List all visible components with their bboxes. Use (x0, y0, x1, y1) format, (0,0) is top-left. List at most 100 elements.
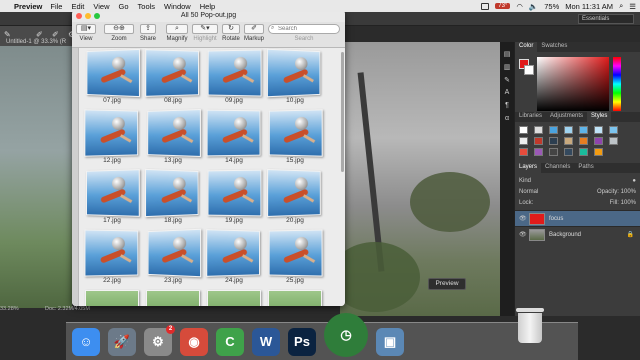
clock[interactable]: Mon 11:31 AM (565, 2, 613, 11)
menu-tools[interactable]: Tools (138, 2, 156, 11)
wifi-icon[interactable]: ◠ (516, 2, 523, 11)
tab-paths[interactable]: Paths (574, 163, 597, 173)
style-swatch[interactable] (534, 126, 543, 134)
menu-file[interactable]: File (50, 2, 62, 11)
paragraph-icon[interactable]: ¶ (502, 102, 512, 111)
document-canvas[interactable] (340, 42, 500, 316)
style-swatch[interactable] (564, 137, 573, 145)
visibility-eye-icon[interactable]: 👁 (519, 215, 525, 222)
style-swatch[interactable] (549, 148, 558, 156)
highlight-button[interactable]: ✎▾ Highlight (192, 24, 218, 42)
glyphs-icon[interactable]: α (502, 115, 512, 124)
thumbnail-item[interactable]: 25.jpg (265, 230, 325, 286)
thumbnail-image[interactable] (84, 229, 138, 276)
workspace-switcher[interactable]: Essentials (578, 14, 634, 24)
thumbnail-image[interactable] (86, 169, 140, 217)
style-swatch[interactable] (519, 137, 528, 145)
thumbnail-item[interactable] (204, 290, 264, 306)
filter-toggle-icon[interactable]: ● (632, 178, 636, 184)
thumbnail-item[interactable]: 17.jpg (82, 170, 142, 226)
markup-icon[interactable]: ✐ (244, 24, 264, 34)
word-icon[interactable]: W (252, 328, 280, 356)
thumbnail-image[interactable] (267, 169, 321, 217)
tab-styles[interactable]: Styles (587, 112, 611, 122)
style-swatch[interactable] (534, 137, 543, 145)
thumbnail-item[interactable]: 15.jpg (265, 110, 325, 166)
thumbnail-item[interactable] (82, 290, 142, 306)
thumbnail-item[interactable]: 22.jpg (82, 230, 142, 286)
camtasia-icon[interactable]: C (216, 328, 244, 356)
trash-icon[interactable] (516, 308, 544, 344)
thumbnail-image[interactable] (208, 170, 262, 217)
style-swatch[interactable] (609, 126, 618, 134)
tab-adjustments[interactable]: Adjustments (546, 112, 587, 122)
thumbnail-image[interactable] (269, 109, 323, 156)
scrollbar[interactable] (341, 52, 344, 172)
layer-row-background[interactable]: 👁 Background 🔒 (515, 226, 640, 242)
tab-libraries[interactable]: Libraries (515, 112, 546, 122)
style-swatch[interactable] (519, 148, 528, 156)
menu-view[interactable]: View (93, 2, 109, 11)
thumbnail-item[interactable]: 23.jpg (143, 230, 203, 286)
style-swatch[interactable] (564, 126, 573, 134)
thumbnail-item[interactable]: 10.jpg (265, 50, 325, 106)
style-swatch[interactable] (549, 137, 558, 145)
monitor-icon[interactable] (481, 3, 489, 10)
sidebar-toggle-icon[interactable]: ▤▾ (76, 24, 96, 34)
finder-icon[interactable]: ☺ (72, 328, 100, 356)
rotate-icon[interactable]: ↻ (222, 24, 240, 34)
magnify-button[interactable]: ⌕ Magnify (166, 24, 188, 42)
style-swatch[interactable] (594, 126, 603, 134)
thumbnail-image[interactable] (269, 229, 323, 276)
brush-panel-icon[interactable]: ✎ (502, 76, 512, 85)
chrome-icon[interactable]: ◉ (180, 328, 208, 356)
thumbnail-image[interactable] (84, 109, 138, 156)
zoom-level[interactable]: 33.28% (0, 306, 19, 312)
thumbnail-image[interactable] (208, 49, 262, 96)
tab-swatches[interactable]: Swatches (537, 42, 571, 52)
layer-name[interactable]: Background (549, 232, 581, 238)
zoom-controls[interactable]: ⊖⊕ Zoom (104, 24, 134, 42)
thumbnail-item[interactable]: 20.jpg (265, 170, 325, 226)
clock-icon[interactable]: ◷ (324, 313, 368, 357)
markup-button[interactable]: ✐ Markup (244, 24, 264, 42)
style-swatch[interactable] (579, 148, 588, 156)
thumbnail-area[interactable]: 07.jpg 08.jpg 09.jpg 10.jpg 12.jpg 13.jpg 14.j… (72, 48, 345, 306)
style-swatch[interactable] (579, 137, 588, 145)
thumbnail-item[interactable]: 24.jpg (204, 230, 264, 286)
blend-mode-select[interactable]: Normal (519, 189, 538, 195)
document-size[interactable]: Doc: 2.32M/4.05M (45, 306, 90, 312)
minimize-button[interactable] (85, 13, 91, 19)
thumbnail-image[interactable] (148, 229, 201, 278)
history-icon[interactable]: ▤ (502, 50, 512, 59)
thumbnail-item[interactable]: 19.jpg (204, 170, 264, 226)
visibility-eye-icon[interactable]: 👁 (519, 231, 525, 238)
preview-icon[interactable]: ▣ (376, 328, 404, 356)
saturation-brightness-field[interactable] (537, 57, 609, 111)
thumbnail-item[interactable]: 08.jpg (143, 50, 203, 106)
style-swatch[interactable] (534, 148, 543, 156)
rotate-button[interactable]: ↻ Rotate (222, 24, 240, 42)
system-preferences-icon[interactable]: ⚙ 2 (144, 328, 172, 356)
photoshop-icon[interactable]: Ps (288, 328, 316, 356)
thumbnail-image[interactable] (147, 109, 201, 157)
battery-percent[interactable]: 75% (544, 2, 559, 11)
notification-center-icon[interactable]: ☰ (629, 2, 636, 11)
thumbnail-image[interactable] (268, 290, 322, 306)
thumbnail-image[interactable] (86, 49, 140, 97)
share-icon[interactable]: ⇪ (140, 24, 156, 34)
share-button[interactable]: ⇪ Share (140, 24, 156, 42)
fill-value[interactable]: 100% (621, 200, 636, 206)
thumbnail-image[interactable] (85, 290, 139, 306)
search-icon[interactable]: ⌕ (619, 1, 623, 11)
style-swatch[interactable] (549, 126, 558, 134)
thumbnail-image[interactable] (206, 229, 260, 277)
thumbnail-item[interactable]: 12.jpg (82, 110, 142, 166)
background-color-swatch[interactable] (524, 65, 534, 75)
thumbnail-item[interactable]: 18.jpg (143, 170, 203, 226)
hue-slider[interactable] (613, 57, 621, 111)
thumbnail-image[interactable] (145, 169, 199, 217)
menu-go[interactable]: Go (119, 2, 129, 11)
close-button[interactable] (76, 13, 82, 19)
thumbnail-item[interactable]: 09.jpg (204, 50, 264, 106)
